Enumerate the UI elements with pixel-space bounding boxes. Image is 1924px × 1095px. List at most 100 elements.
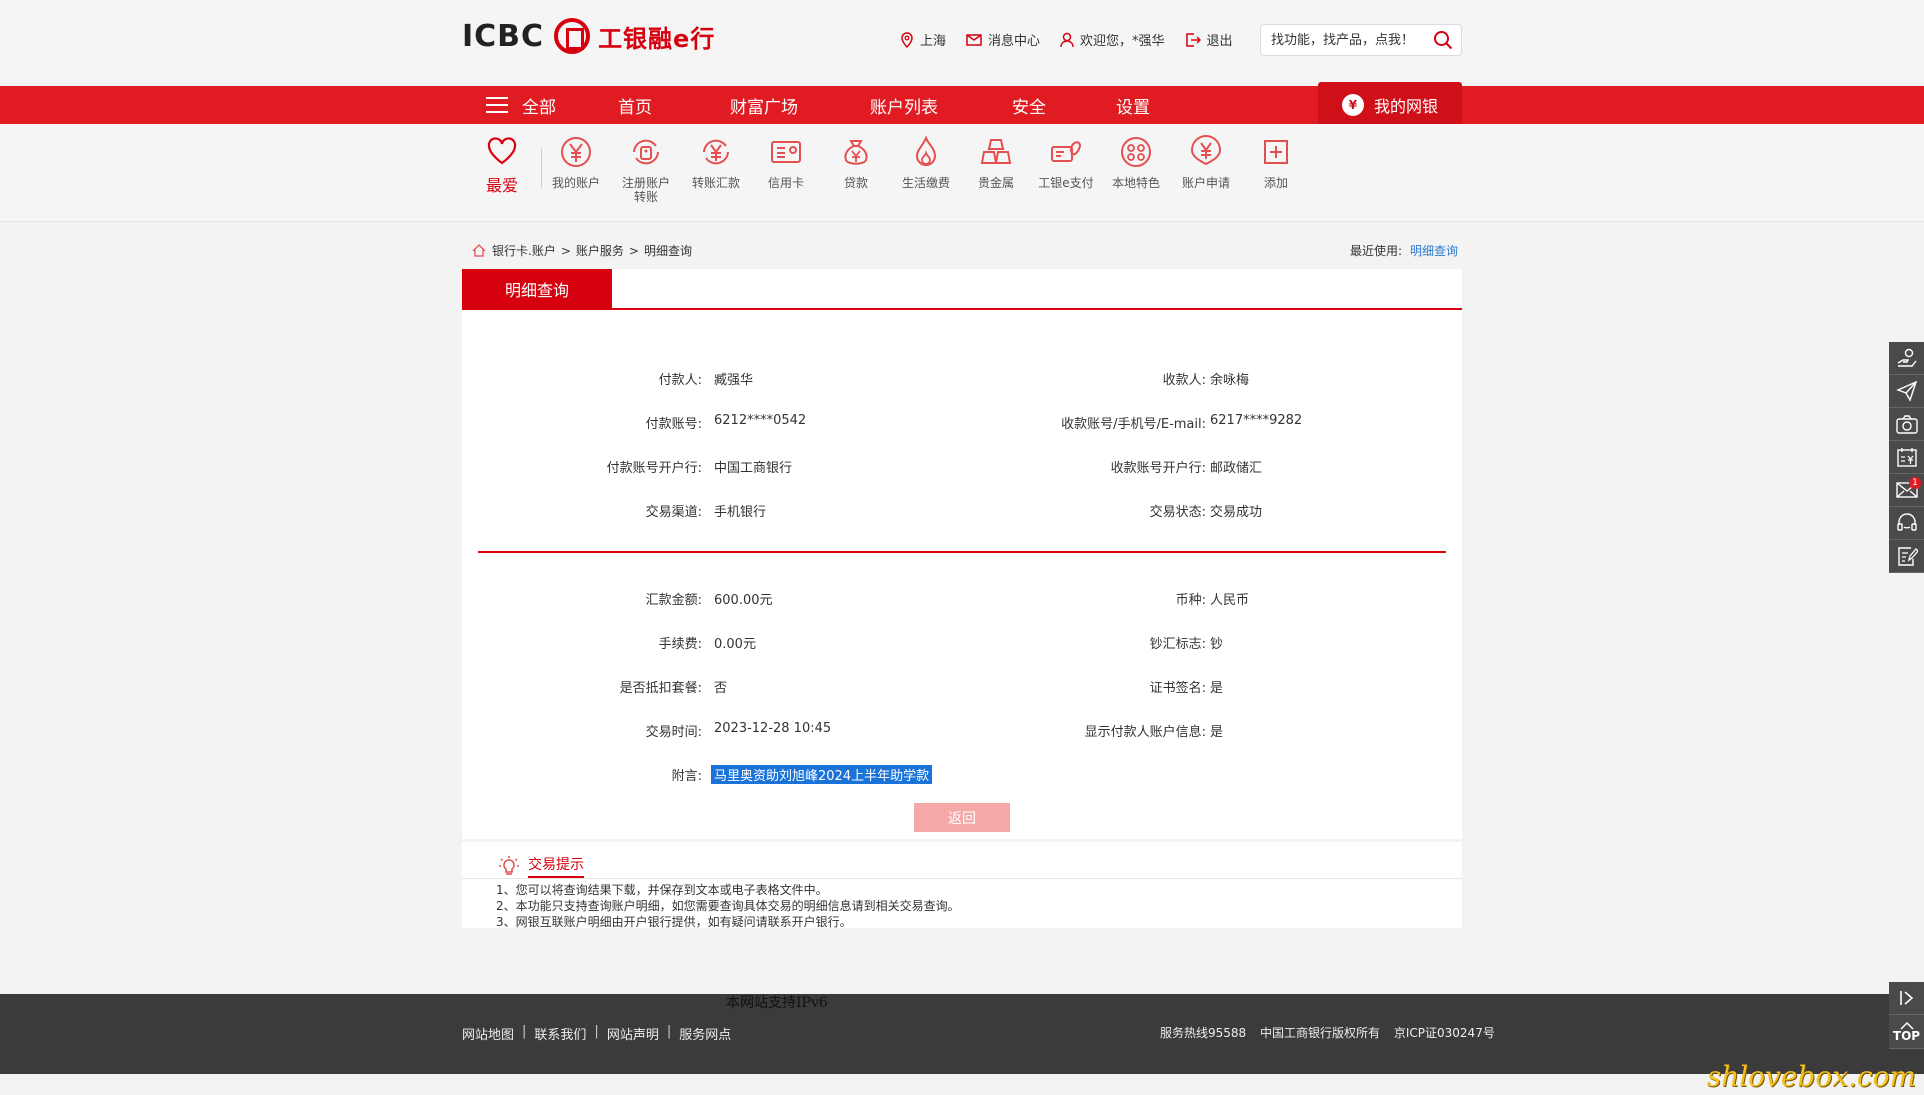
messages-label: 消息中心 [988,34,1041,49]
payer-label: 付款人: [658,373,702,388]
footer-statement-link[interactable]: 网站声明 [607,1024,659,1043]
time-label: 交易时间: [645,725,702,740]
side-service-button[interactable] [1889,507,1924,540]
payee-bank-value: 邮政储汇 [1210,461,1263,476]
quick-transfer[interactable]: 转账汇款 [684,134,748,190]
quick-utilities[interactable]: 生活缴费 [894,134,958,190]
quick-epay[interactable]: 工银e支付 [1034,134,1098,190]
nav-home[interactable]: 首页 [618,93,730,118]
user-link[interactable]: 欢迎您，*强华 [1060,30,1165,49]
note-pen-icon [1897,547,1918,566]
side-calendar-button[interactable] [1889,441,1924,474]
fee-label: 手续费: [658,637,702,652]
favorites-label: 最爱 [485,176,518,195]
gold-bars-icon [980,139,1012,164]
breadcrumb-item[interactable]: 银行卡.账户 [492,242,556,259]
side-camera-button[interactable] [1889,408,1924,441]
breadcrumb-current: 明细查询 [643,244,692,258]
quick-precious-metals[interactable]: 贵金属 [964,134,1028,190]
time-value: 2023-12-28 10:45 [714,721,832,736]
cert-sign-value: 是 [1210,681,1224,696]
side-send-button[interactable] [1889,375,1924,408]
paper-plane-icon [1895,380,1917,402]
my-bank-button[interactable]: ¥ 我的网银 [1318,82,1462,128]
quick-account-apply[interactable]: 账户申请 [1174,134,1238,190]
quick-add[interactable]: 添加 [1244,134,1308,190]
search-icon [1434,31,1453,50]
search-input[interactable] [1271,31,1426,49]
back-to-top-button[interactable]: TOP [1889,1015,1924,1049]
quick-label: 贷款 [843,176,868,190]
payer-bank-label: 付款账号开户行: [606,461,702,476]
breadcrumb: 银行卡.账户 > 账户服务 > 明细查询 [472,242,697,259]
back-button[interactable]: 返回 [914,803,1010,832]
quick-loan[interactable]: 贷款 [824,134,888,190]
calendar-yuan-icon [1896,448,1917,467]
heart-icon [487,137,517,165]
logout-link[interactable]: 退出 [1185,30,1233,49]
payee-account-label: 收款账号/手机号/E-mail: [1061,417,1206,432]
main-nav: 全部 首页 财富广场 账户列表 安全 设置 [0,86,1924,124]
user-icon [1060,32,1074,47]
registered-transfer-icon [633,139,659,165]
payee-bank-label: 收款账号开户行: [1110,461,1206,476]
package-deduct-value: 否 [714,681,728,696]
icbc-logo[interactable]: ICBC 工银融e行 [462,18,715,54]
amount-value: 600.00元 [714,593,773,608]
welcome-label: 欢迎您，*强华 [1080,34,1165,49]
footer-contact-link[interactable]: 联系我们 [534,1024,586,1043]
search-button[interactable] [1433,30,1453,54]
location-label: 上海 [920,34,947,49]
tip-line: 2、本功能只支持查询账户明细，如您需要查询具体交易的明细信息请到相关交易查询。 [496,899,960,913]
tab-detail-query[interactable]: 明细查询 [462,269,612,309]
status-value: 交易成功 [1210,505,1263,520]
tip-line: 1、您可以将查询结果下载，并保存到文本或电子表格文件中。 [496,883,828,897]
plus-icon [1264,140,1288,164]
messages-link[interactable]: 消息中心 [966,30,1040,49]
icbc-seal-icon [554,18,591,54]
payee-account-value: 6217****9282 [1210,413,1303,428]
breadcrumb-item[interactable]: 账户服务 [576,242,624,259]
currency-label: 币种: [1175,593,1206,608]
favorites-item[interactable]: 最爱 [484,136,520,196]
nav-wealth[interactable]: 财富广场 [730,93,870,118]
footer-separator: | [522,1024,527,1039]
quick-local[interactable]: 本地特色 [1104,134,1168,190]
recent-link[interactable]: 明细查询 [1410,244,1458,258]
quick-label: 工银e支付 [1038,176,1094,190]
logout-label: 退出 [1206,34,1233,49]
money-bag-icon: ¥ [1341,94,1364,116]
nav-settings[interactable]: 设置 [1116,93,1196,118]
breadcrumb-separator: > [560,243,571,258]
footer-separator: | [666,1024,672,1039]
footer: 网站地图 | 联系我们 | 网站声明 | 服务网点 服务热线95588 中国工商银行版… [0,994,1924,1074]
quick-label: 本地特色 [1111,176,1160,190]
payee-value: 余咏梅 [1210,373,1250,388]
quick-registered-transfer[interactable]: 注册账户转账 [614,134,678,204]
local-icon [1121,137,1151,167]
quick-my-account[interactable]: 我的账户 [544,134,608,190]
account-apply-icon [1190,135,1222,166]
nav-accounts[interactable]: 账户列表 [870,93,1012,118]
back-to-top-label: TOP [1892,1029,1921,1043]
footer-icp[interactable]: 京ICP证030247号 [1394,1026,1495,1040]
side-feedback-button[interactable] [1889,540,1924,573]
section-divider [478,551,1446,553]
collapse-sidebar-button[interactable] [1889,982,1924,1015]
quick-label: 我的账户 [551,176,600,190]
payer-bank-value: 中国工商银行 [714,461,793,476]
footer-sitemap-link[interactable]: 网站地图 [462,1024,514,1043]
nav-all[interactable]: 全部 [486,93,618,118]
menu-icon [486,97,508,113]
footer-branches-link[interactable]: 服务网点 [679,1024,731,1043]
quick-credit-card[interactable]: 信用卡 [754,134,818,190]
camera-icon [1895,415,1918,434]
flame-icon [915,135,937,166]
nav-security[interactable]: 安全 [1012,93,1116,118]
status-label: 交易状态: [1149,505,1206,520]
location-link[interactable]: 上海 [900,30,946,49]
side-customer-button[interactable] [1889,342,1924,375]
transfer-icon [703,139,729,165]
side-mail-button[interactable]: 1 [1889,474,1924,507]
quick-divider [541,148,542,188]
